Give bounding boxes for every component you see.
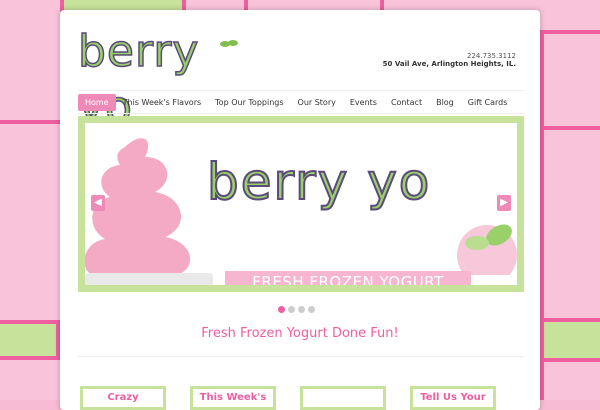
page-container: berry yo 224.735.3112 50 Vail Ave, Arlin… (60, 10, 540, 410)
tagline: Fresh Frozen Yogurt Done Fun! (201, 326, 399, 341)
nav-blog[interactable]: Blog (429, 94, 461, 111)
nav-toppings[interactable]: Top Our Toppings (208, 94, 290, 111)
card-crazy[interactable]: Crazy (80, 386, 166, 410)
main-nav: Home This Week's Flavors Top Our Topping… (78, 90, 524, 114)
nav-flavors[interactable]: This Week's Flavors (116, 94, 209, 111)
card-this-weeks[interactable]: This Week's (190, 386, 276, 410)
address: 50 Vail Ave, Arlington Heights, IL. (382, 60, 516, 68)
slide-dot[interactable] (308, 306, 315, 313)
nav-gift-cards[interactable]: Gift Cards (461, 94, 515, 111)
nav-contact[interactable]: Contact (384, 94, 429, 111)
feature-cards: Crazy This Week's Tell Us Your (80, 386, 520, 410)
hero-title: berry yo (206, 152, 432, 212)
hero-banner: FRESH FROZEN YOGURT (225, 271, 471, 285)
brand-logo[interactable]: berry yo (77, 24, 238, 134)
card-three[interactable] (300, 386, 386, 410)
hero-slider[interactable]: berry yo FRESH FROZEN YOGURT ◀ ▶ (78, 116, 524, 292)
slide-dot[interactable] (288, 306, 295, 313)
slide-dot[interactable] (278, 306, 285, 313)
phone-number: 224.735.3112 (467, 52, 516, 60)
slide-dot[interactable] (298, 306, 305, 313)
divider (78, 356, 524, 357)
leaf-decoration-icon (457, 224, 517, 275)
contact-info: 224.735.3112 50 Vail Ave, Arlington Heig… (383, 52, 516, 68)
leaf-icon (220, 40, 238, 47)
nav-home[interactable]: Home (78, 93, 116, 111)
nav-events[interactable]: Events (343, 94, 384, 111)
nav-our-story[interactable]: Our Story (291, 94, 343, 111)
slider-next-button[interactable]: ▶ (497, 195, 511, 211)
slider-pagination (278, 306, 315, 313)
slider-prev-button[interactable]: ◀ (91, 195, 105, 211)
card-tell-us[interactable]: Tell Us Your (410, 386, 496, 410)
